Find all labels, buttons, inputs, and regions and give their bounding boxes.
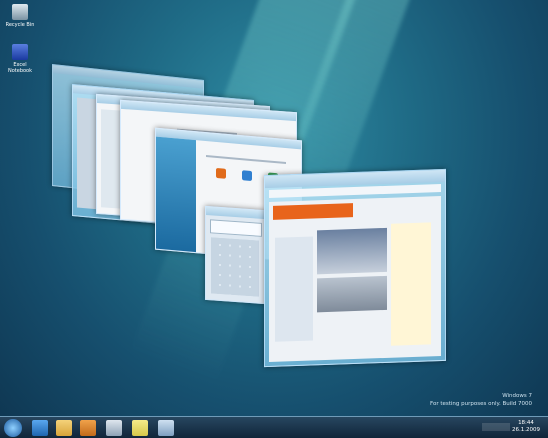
network-icon	[242, 170, 252, 182]
clock-time: 18:44	[518, 420, 534, 426]
calculator-keypad[interactable]	[211, 237, 259, 297]
setting-row	[206, 155, 286, 165]
start-orb-icon[interactable]	[4, 419, 22, 437]
browser-window[interactable]	[264, 168, 446, 368]
sidebar-ad	[391, 222, 431, 346]
title-bar	[206, 206, 264, 220]
internet-explorer-icon[interactable]	[32, 420, 48, 436]
clock[interactable]: 18:44 26.1.2009	[512, 420, 540, 434]
watermark-build: For testing purposes only. Build 7000	[429, 401, 532, 407]
clock-date: 26.1.2009	[512, 427, 540, 433]
taskbar: 18:44 26.1.2009	[0, 416, 548, 438]
calculator-display	[210, 219, 262, 237]
desktop-watermark: Windows 7 For testing purposes only. Bui…	[430, 392, 532, 408]
article-image	[317, 275, 387, 313]
excel-notebook-icon	[12, 44, 28, 60]
article-image	[317, 227, 387, 275]
desktop-icon-label: Excel Notebook	[7, 62, 33, 74]
wordpad-icon[interactable]	[158, 420, 174, 436]
desktop-icon-recycle-bin[interactable]: Recycle Bin	[2, 4, 38, 28]
site-logo	[273, 203, 353, 220]
sticky-notes-icon[interactable]	[132, 420, 148, 436]
recycle-bin-icon	[12, 4, 28, 20]
desktop-icon-label: Recycle Bin	[5, 22, 35, 28]
settings-icon	[216, 167, 226, 179]
desktop-icon-excel-notebook[interactable]: Excel Notebook	[2, 44, 38, 74]
control-panel-sidebar	[156, 136, 196, 253]
media-player-icon[interactable]	[80, 420, 96, 436]
watermark-os: Windows 7	[502, 393, 532, 399]
system-tray[interactable]	[482, 423, 510, 431]
desktop: Recycle Bin Excel Notebook Windows 7 For…	[0, 0, 548, 438]
notepad-icon[interactable]	[106, 420, 122, 436]
folder-icon[interactable]	[56, 420, 72, 436]
left-column	[275, 236, 313, 342]
calculator-window[interactable]	[205, 205, 265, 305]
